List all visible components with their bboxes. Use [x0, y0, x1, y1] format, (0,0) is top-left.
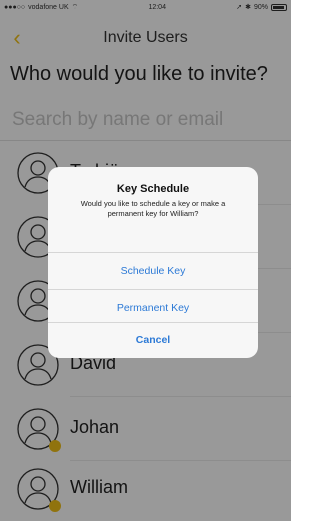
schedule-key-button[interactable]: Schedule Key: [48, 253, 258, 289]
cancel-button[interactable]: Cancel: [48, 322, 258, 358]
alert-message: Would you like to schedule a key or make…: [80, 199, 226, 218]
alert-title: Key Schedule: [116, 183, 190, 195]
key-schedule-alert: Key Schedule Would you like to schedule …: [48, 167, 258, 358]
permanent-key-button[interactable]: Permanent Key: [48, 290, 258, 326]
